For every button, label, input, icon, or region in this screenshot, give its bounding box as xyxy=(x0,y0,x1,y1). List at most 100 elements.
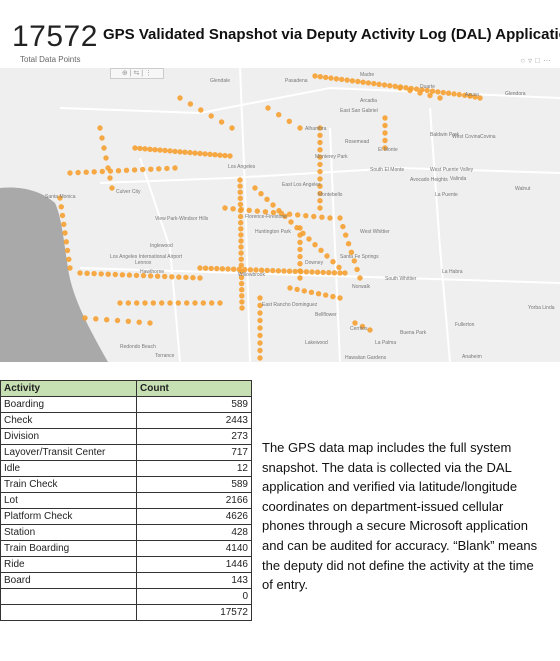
gps-point xyxy=(246,207,252,213)
gps-point xyxy=(202,151,208,157)
gps-point xyxy=(147,146,153,152)
gps-point xyxy=(104,317,110,323)
description-line: the deputy did not define the activity a… xyxy=(262,557,534,573)
map-canvas[interactable]: Glendale Pasadena Arcadia Duarte Azusa Glendo… xyxy=(0,68,560,362)
gps-point xyxy=(326,269,332,276)
gps-point xyxy=(392,83,398,89)
gps-point xyxy=(58,204,64,210)
table-row[interactable]: Platform Check 4626 xyxy=(0,508,252,525)
gps-point xyxy=(288,219,294,225)
more-icon[interactable]: ⋯ xyxy=(543,56,554,65)
gps-point xyxy=(238,206,244,213)
map-place-label: La Puente xyxy=(435,192,458,198)
gps-point xyxy=(105,271,111,277)
table-header-row: Activity Count xyxy=(0,380,252,397)
gps-point xyxy=(297,261,303,267)
gps-point xyxy=(354,266,360,273)
count-cell: 2443 xyxy=(136,412,252,429)
table-row[interactable]: Train Check 589 xyxy=(0,476,252,493)
gps-point xyxy=(176,274,182,280)
map-place-label: Cerritos xyxy=(350,326,368,332)
gps-point xyxy=(109,185,115,191)
gps-point xyxy=(239,299,245,305)
table-row[interactable]: 0 xyxy=(0,588,252,605)
gps-point xyxy=(287,285,293,291)
column-header-activity[interactable]: Activity xyxy=(0,380,137,397)
activity-cell: Lot xyxy=(0,492,137,509)
gps-point xyxy=(312,73,318,79)
map-place-label: Buena Park xyxy=(400,330,427,336)
gps-point xyxy=(309,269,315,275)
gps-point xyxy=(62,230,68,236)
table-row[interactable]: 17572 xyxy=(0,604,252,621)
map-place-label: Valinda xyxy=(450,176,467,182)
map-place-label: Huntington Park xyxy=(255,229,291,235)
gps-point xyxy=(257,355,263,361)
gps-point xyxy=(257,317,263,324)
map-place-label: Santa Monica xyxy=(45,194,76,200)
gps-point xyxy=(297,125,303,131)
gps-point xyxy=(217,152,223,158)
map-place-label: West Whittier xyxy=(360,229,390,235)
gps-point xyxy=(337,270,343,276)
visual-header-icons[interactable]: ○▿□⋯ xyxy=(520,56,554,65)
table-row[interactable]: Lot 2166 xyxy=(0,492,252,509)
map-place-label: Hawthorne xyxy=(140,269,164,275)
gps-point xyxy=(114,317,121,324)
gps-map[interactable]: Glendale Pasadena Arcadia Duarte Azusa Glendo… xyxy=(0,68,560,362)
gps-point xyxy=(187,149,193,156)
gps-point xyxy=(297,275,303,281)
gps-point xyxy=(238,280,245,287)
gps-point xyxy=(303,213,309,219)
gps-point xyxy=(83,169,89,175)
gps-point xyxy=(192,300,198,306)
gps-point xyxy=(184,300,190,306)
gps-point xyxy=(136,319,142,325)
gps-point xyxy=(237,189,243,195)
map-place-label: West Covina xyxy=(452,134,480,140)
gps-point xyxy=(365,80,372,86)
column-header-count[interactable]: Count xyxy=(136,380,252,397)
gps-point xyxy=(150,300,156,306)
map-description: The GPS data map includes the full syste… xyxy=(262,438,560,595)
table-row[interactable]: Ride 1446 xyxy=(0,556,252,573)
map-place-label: Fullerton xyxy=(455,322,475,328)
map-toolbar[interactable]: ⊕ | ⇆ | ⋮ xyxy=(110,68,164,79)
gps-point xyxy=(197,275,203,281)
gps-point xyxy=(177,149,183,155)
table-row[interactable]: Board 143 xyxy=(0,572,252,589)
gps-point xyxy=(192,150,198,156)
gps-point xyxy=(317,161,323,168)
gps-point xyxy=(257,347,263,354)
gps-point xyxy=(317,198,323,204)
map-place-label: Lakewood xyxy=(305,340,328,346)
map-place-label: Inglewood xyxy=(150,243,173,249)
gps-point xyxy=(197,150,203,157)
gps-point xyxy=(337,295,343,301)
gps-point xyxy=(67,170,73,176)
gps-point xyxy=(82,315,88,321)
count-cell: 143 xyxy=(136,572,252,589)
gps-point xyxy=(238,244,244,250)
activity-count-table-container: Activity Count Boarding 589 Check 2443 Divis… xyxy=(0,380,252,621)
table-row[interactable]: Boarding 589 xyxy=(0,396,252,413)
table-row[interactable]: Train Boarding 4140 xyxy=(0,540,252,557)
gps-point xyxy=(99,135,105,141)
gps-point xyxy=(357,275,363,281)
count-cell: 4626 xyxy=(136,508,252,525)
table-row[interactable]: Station 428 xyxy=(0,524,252,541)
table-row[interactable]: Check 2443 xyxy=(0,412,252,429)
table-row[interactable]: Idle 12 xyxy=(0,460,252,477)
focus-icon[interactable]: □ xyxy=(535,56,543,65)
gps-point xyxy=(286,118,292,124)
gps-point xyxy=(227,153,233,159)
gps-point xyxy=(275,268,282,274)
table-row[interactable]: Layover/Transit Center 717 xyxy=(0,444,252,461)
gps-point xyxy=(301,288,307,294)
gps-point xyxy=(222,205,228,211)
map-place-label: Covina xyxy=(480,134,496,140)
table-row[interactable]: Division 273 xyxy=(0,428,252,445)
gps-point xyxy=(147,320,153,326)
pin-icon[interactable]: ○ xyxy=(520,56,528,65)
gps-point xyxy=(330,259,336,265)
